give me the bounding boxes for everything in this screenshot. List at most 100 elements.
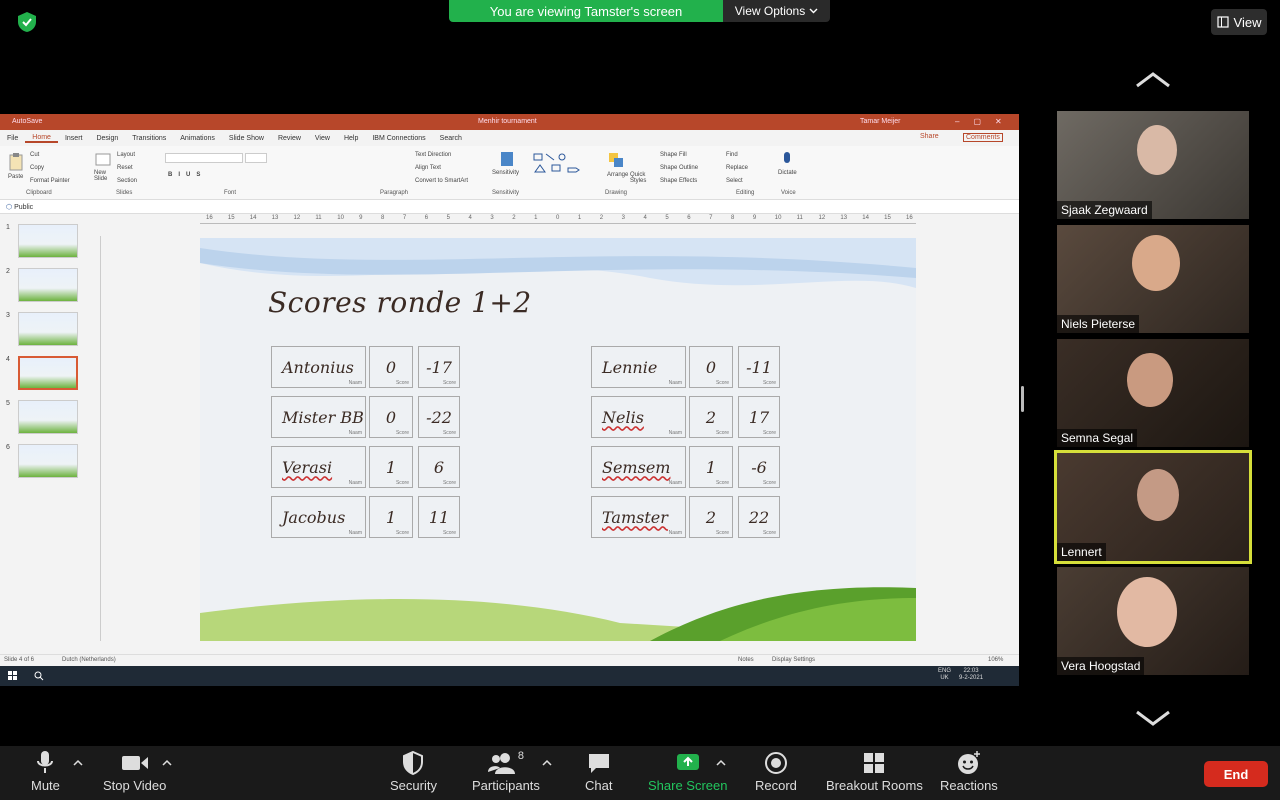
view-options-button[interactable]: View Options [723,0,830,22]
ppt-comments-button[interactable]: Comments [963,133,1003,142]
end-meeting-button[interactable]: End [1204,761,1268,787]
taskbar-clock[interactable]: ENG UK 22:03 9-2-2021 [938,668,983,682]
participant-tile[interactable]: Lennert [1054,450,1252,564]
shape-outline-label[interactable]: Shape Outline [660,165,698,171]
slide-thumbnail[interactable] [18,356,78,390]
sensitivity-label[interactable]: Sensitivity [492,170,519,176]
round1-score-cell[interactable]: 2 Score [689,396,733,438]
reactions-button[interactable]: Reactions [940,750,998,793]
round2-score-cell[interactable]: -11 Score [738,346,780,388]
round1-score-cell[interactable]: 1 Score [369,496,413,538]
share-options-caret-icon[interactable] [716,758,726,768]
ppt-share-button[interactable]: Share [920,133,939,140]
video-options-caret-icon[interactable] [162,758,172,768]
shared-screen[interactable]: AutoSave Menhir tournament Tamar Meijer … [0,114,1019,686]
slide-canvas[interactable]: Scores ronde 1+2 Antonius Naam 0 Score -17 Sc… [200,238,916,641]
player-name-cell[interactable]: Verasi Naam [271,446,366,488]
chat-button[interactable]: Chat [585,750,612,793]
player-name-cell[interactable]: Lennie Naam [591,346,686,388]
find-label[interactable]: Find [726,152,738,158]
ppt-tab-transitions[interactable]: Transitions [125,135,173,142]
ppt-tab-slide-show[interactable]: Slide Show [222,135,271,142]
cut-label[interactable]: Cut [30,152,39,158]
align-text-label[interactable]: Align Text [415,165,441,171]
copy-label[interactable]: Copy [30,165,44,171]
round2-score-cell[interactable]: -17 Score [418,346,460,388]
player-name-cell[interactable]: Nelis Naam [591,396,686,438]
new-slide-icon[interactable] [95,152,111,168]
scroll-up-chevron-icon[interactable] [1135,70,1171,90]
player-name-cell[interactable]: Jacobus Naam [271,496,366,538]
font-format-buttons[interactable]: BIUS [168,172,206,178]
new-slide-label[interactable]: New Slide [94,170,112,182]
ppt-tab-review[interactable]: Review [271,135,308,142]
format-painter-label[interactable]: Format Painter [30,178,70,184]
encryption-shield-icon[interactable] [16,11,38,33]
stop-video-button[interactable]: Stop Video [103,750,166,793]
font-name-box[interactable] [165,153,243,163]
round2-score-cell[interactable]: 17 Score [738,396,780,438]
player-name-cell[interactable]: Semsem Naam [591,446,686,488]
select-label[interactable]: Select [726,178,743,184]
smartart-label[interactable]: Convert to SmartArt [415,178,468,184]
participant-tile[interactable]: Semna Segal [1057,339,1249,447]
participants-button[interactable]: 8 Participants [472,750,540,793]
shapes-gallery-icon[interactable] [532,152,598,182]
ppt-tab-design[interactable]: Design [89,135,125,142]
participant-tile[interactable]: Vera Hoogstad [1057,567,1249,675]
status-display-settings[interactable]: Display Settings [772,657,815,663]
paste-icon[interactable] [8,152,24,172]
round1-score-cell[interactable]: 2 Score [689,496,733,538]
ppt-tab-help[interactable]: Help [337,135,365,142]
slide-thumbnail[interactable] [18,224,78,258]
font-size-box[interactable] [245,153,267,163]
ppt-tab-search[interactable]: Search [433,135,469,142]
share-screen-button[interactable]: Share Screen [648,750,728,793]
round1-score-cell[interactable]: 1 Score [369,446,413,488]
breakout-rooms-button[interactable]: Breakout Rooms [826,750,923,793]
round1-score-cell[interactable]: 0 Score [369,396,413,438]
round2-score-cell[interactable]: -6 Score [738,446,780,488]
window-controls[interactable]: –▢✕ [955,117,1016,126]
slide-thumbnail[interactable] [18,312,78,346]
audio-options-caret-icon[interactable] [73,758,83,768]
ppt-tab-view[interactable]: View [308,135,337,142]
mute-button[interactable]: Mute [31,750,60,793]
arrange-label[interactable]: Arrange [607,172,628,178]
security-button[interactable]: Security [390,750,437,793]
replace-label[interactable]: Replace [726,165,748,171]
autosave-label[interactable]: AutoSave [12,118,42,125]
round2-score-cell[interactable]: -22 Score [418,396,460,438]
ppt-tab-animations[interactable]: Animations [173,135,222,142]
player-name-cell[interactable]: Antonius Naam [271,346,366,388]
slide-title[interactable]: Scores ronde 1+2 [268,286,532,319]
ppt-tab-file[interactable]: File [0,135,25,142]
panel-resize-handle[interactable] [1021,386,1024,412]
record-button[interactable]: Record [755,750,797,793]
paste-label[interactable]: Paste [8,174,23,180]
status-zoom[interactable]: 106% [988,657,1003,663]
ppt-tab-home[interactable]: Home [25,134,58,143]
arrange-icon[interactable] [608,152,624,168]
shape-fill-label[interactable]: Shape Fill [660,152,687,158]
round1-score-cell[interactable]: 0 Score [689,346,733,388]
ppt-tab-ibm-connections[interactable]: IBM Connections [365,135,432,142]
slide-thumbnail[interactable] [18,268,78,302]
dictate-microphone-icon[interactable] [781,151,793,169]
search-icon[interactable] [34,671,44,681]
round2-score-cell[interactable]: 11 Score [418,496,460,538]
reset-label[interactable]: Reset [117,165,133,171]
round2-score-cell[interactable]: 6 Score [418,446,460,488]
round1-score-cell[interactable]: 0 Score [369,346,413,388]
ppt-tab-insert[interactable]: Insert [58,135,90,142]
shape-effects-label[interactable]: Shape Effects [660,178,697,184]
round2-score-cell[interactable]: 22 Score [738,496,780,538]
status-notes[interactable]: Notes [738,657,754,663]
participants-caret-icon[interactable] [542,758,552,768]
player-name-cell[interactable]: Tamster Naam [591,496,686,538]
view-button[interactable]: View [1211,9,1267,35]
section-label[interactable]: Section [117,178,137,184]
player-name-cell[interactable]: Mister BB Naam [271,396,366,438]
slide-thumbnail[interactable] [18,400,78,434]
status-language[interactable]: Dutch (Netherlands) [62,657,116,663]
